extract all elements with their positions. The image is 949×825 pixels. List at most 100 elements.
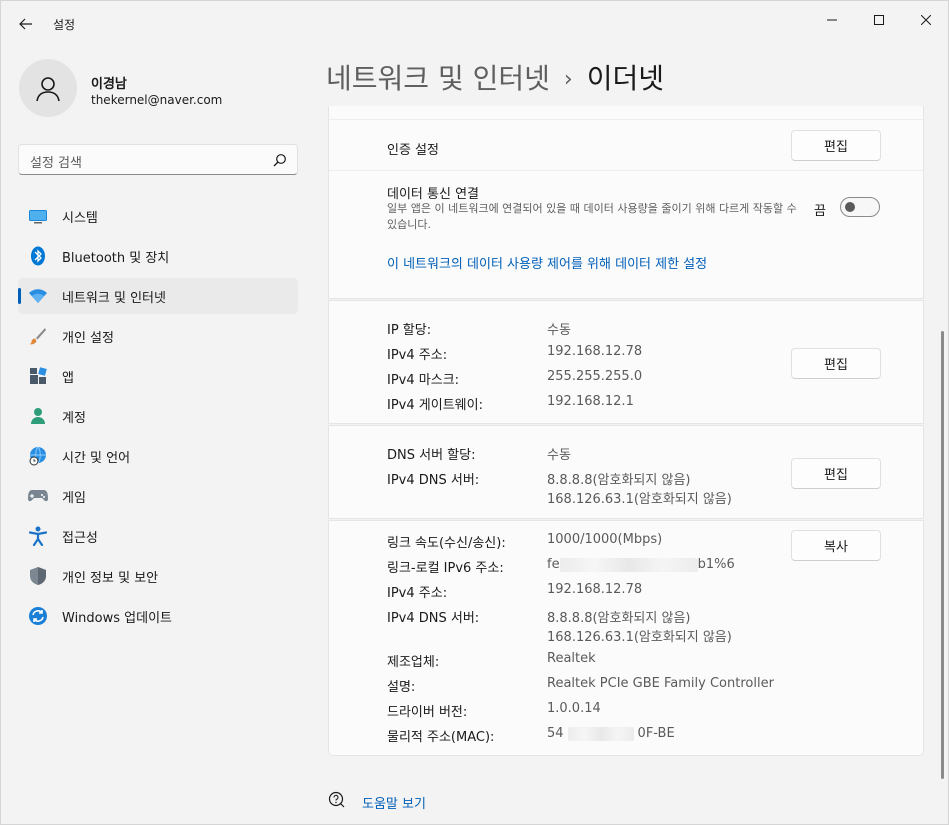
ip-settings-card: IP 할당: 수동 IPv4 주소: 192.168.12.78 IPv4 마스… [328,300,924,424]
person-icon [28,406,48,426]
search-input[interactable]: 설정 검색 [18,144,298,175]
accessibility-icon [28,526,48,546]
sidebar-item-label: 네트워크 및 인터넷 [62,291,166,306]
ipv6-address-value: fe b1%6 [547,557,735,572]
settings-window: 설정 이경남 thekernel@naver.com 설정 검색 시스템 Blu… [0,0,949,825]
back-arrow-icon [19,18,32,30]
ipv6-address-label: 링크-로컬 IPv6 주소: [387,561,504,576]
sidebar-item-label: 시스템 [62,211,98,226]
toggle-knob [845,202,855,212]
bluetooth-icon [28,246,48,266]
ipv4-dns-value-primary: 8.8.8.8(암호화되지 않음) [547,473,691,488]
page-title: 이더넷 [586,62,664,95]
minimize-button[interactable] [809,7,855,33]
ip-assignment-value: 수동 [547,323,571,338]
ipv4-gateway-value: 192.168.12.1 [547,394,634,409]
metered-connection-title: 데이터 통신 연결 [387,187,479,202]
auth-edit-button[interactable]: 편집 [791,130,881,161]
sidebar-item-label: Windows 업데이트 [62,611,173,626]
ipv4-dns-label: IPv4 DNS 서버: [387,473,480,488]
gamepad-icon [28,486,48,506]
properties-card: 복사 링크 속도(수신/송신): 1000/1000(Mbps) 링크-로컬 I… [328,520,924,756]
breadcrumb: 네트워크 및 인터넷 › 이더넷 [326,57,664,97]
link-speed-label: 링크 속도(수신/송신): [387,536,506,551]
link-speed-value: 1000/1000(Mbps) [547,532,663,547]
ipv4-dns-value-secondary: 168.126.63.1(암호화되지 않음) [547,630,732,645]
ipv4-mask-value: 255.255.255.0 [547,369,643,384]
ethernet-settings-card: 인증 설정 편집 데이터 통신 연결 일부 앱은 이 네트워크에 연결되어 있을… [328,106,924,299]
sidebar-item-label: 개인 정보 및 보안 [62,571,159,586]
sidebar-item-system[interactable]: 시스템 [18,198,298,234]
monitor-icon [28,206,48,226]
manufacturer-value: Realtek [547,651,596,666]
close-icon [921,15,931,25]
ipv4-dns-label: IPv4 DNS 서버: [387,611,480,626]
ipv6-prefix: fe [547,557,560,572]
sidebar-item-windows-update[interactable]: Windows 업데이트 [18,598,298,634]
maximize-icon [874,15,884,25]
ipv4-gateway-label: IPv4 게이트웨이: [387,398,483,413]
ip-edit-button[interactable]: 편집 [791,348,881,379]
wifi-icon [28,286,48,306]
mac-address-label: 물리적 주소(MAC): [387,730,495,745]
driver-version-value: 1.0.0.14 [547,701,601,716]
sidebar-item-label: 게임 [62,491,86,506]
sidebar-item-label: Bluetooth 및 장치 [62,251,170,266]
mac-suffix: 0F-BE [637,726,675,741]
mac-prefix: 54 [547,726,564,741]
redacted-mask [559,557,698,572]
sidebar-item-privacy[interactable]: 개인 정보 및 보안 [18,558,298,594]
auth-settings-label: 인증 설정 [387,143,439,158]
sidebar-item-label: 접근성 [62,531,98,546]
search-icon [273,154,286,167]
close-button[interactable] [903,7,949,33]
metered-toggle[interactable] [840,197,880,217]
ipv4-dns-value-primary: 8.8.8.8(암호화되지 않음) [547,611,691,626]
avatar[interactable] [19,59,77,117]
dns-edit-button[interactable]: 편집 [791,458,881,489]
sidebar-item-label: 계정 [62,411,86,426]
metered-connection-description: 일부 앱은 이 네트워크에 연결되어 있을 때 데이터 사용량을 줄이기 위해 … [387,202,797,231]
mac-address-value: 54 0F-BE [547,726,675,741]
sidebar-item-gaming[interactable]: 게임 [18,478,298,514]
user-email: thekernel@naver.com [91,93,223,107]
description-label: 설명: [387,680,416,695]
title-bar: 설정 [1,1,949,47]
sidebar-item-bluetooth[interactable]: Bluetooth 및 장치 [18,238,298,274]
sidebar-item-label: 개인 설정 [62,331,114,346]
sidebar-item-apps[interactable]: 앱 [18,358,298,394]
copy-button[interactable]: 복사 [791,530,881,561]
ipv4-address-value: 192.168.12.78 [547,582,643,597]
content-scrollbar[interactable] [941,331,944,779]
app-title: 설정 [53,18,76,32]
metered-toggle-label: 끔 [814,204,826,219]
sidebar-item-label: 시간 및 언어 [62,451,131,466]
apps-icon [28,366,48,386]
brush-icon [28,326,48,346]
divider [329,170,923,171]
help-link[interactable]: 도움말 보기 [362,793,426,812]
sidebar-item-network[interactable]: 네트워크 및 인터넷 [18,278,298,314]
dns-assignment-value: 수동 [547,448,571,463]
sidebar-item-personalization[interactable]: 개인 설정 [18,318,298,354]
shield-icon [28,566,48,586]
redacted-mask [567,726,634,741]
sidebar-item-time-language[interactable]: 시간 및 언어 [18,438,298,474]
sidebar-item-accessibility[interactable]: 접근성 [18,518,298,554]
ipv6-suffix: b1%6 [697,557,735,572]
breadcrumb-parent[interactable]: 네트워크 및 인터넷 [326,62,550,95]
dns-assignment-label: DNS 서버 할당: [387,448,476,463]
maximize-button[interactable] [856,7,902,33]
data-limit-link[interactable]: 이 네트워크의 데이터 사용량 제어를 위해 데이터 제한 설정 [387,253,707,272]
back-button[interactable] [13,11,39,37]
sidebar-item-accounts[interactable]: 계정 [18,398,298,434]
ipv4-address-value: 192.168.12.78 [547,344,643,359]
breadcrumb-separator: › [563,67,573,92]
description-value: Realtek PCIe GBE Family Controller [547,676,774,691]
globe-clock-icon [28,446,48,466]
ip-assignment-label: IP 할당: [387,323,432,338]
update-icon [28,606,48,626]
ipv4-mask-label: IPv4 마스크: [387,373,460,388]
manufacturer-label: 제조업체: [387,655,440,670]
sidebar-item-label: 앱 [62,371,74,386]
